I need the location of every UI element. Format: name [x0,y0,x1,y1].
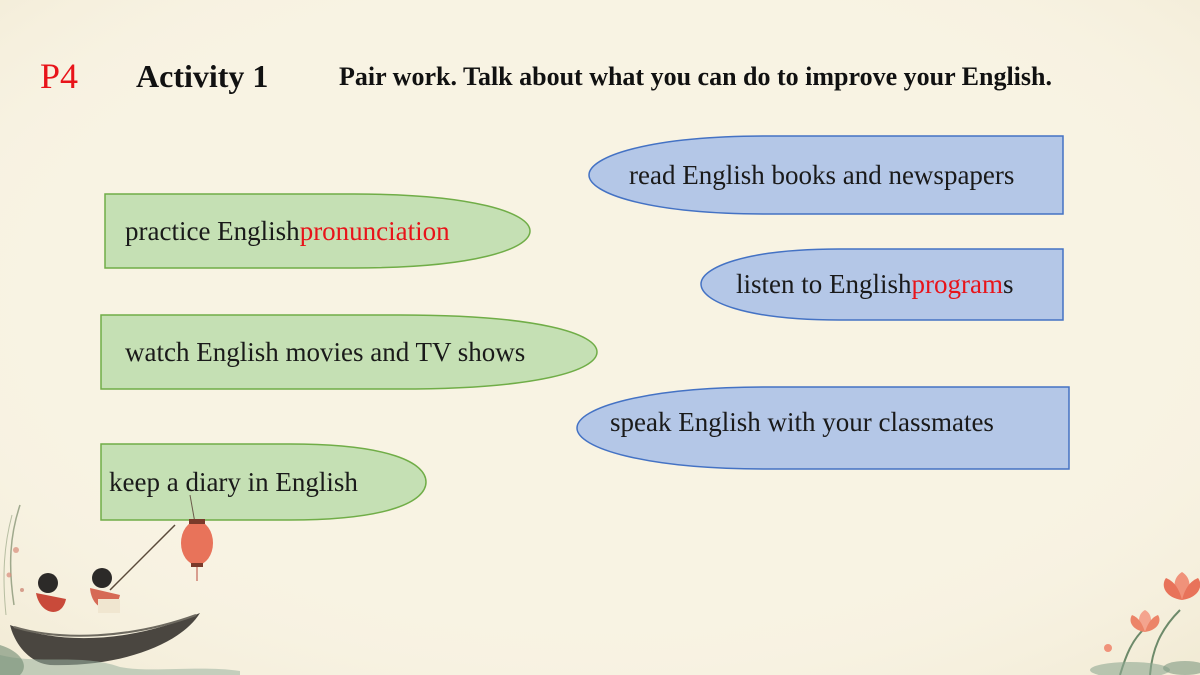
activity-title: Activity 1 [136,58,269,94]
bubble-label: practice English pronunciation [125,193,450,269]
blue-bubble-read-books: read English books and newspapers [587,135,1064,215]
slide: P4 Activity 1 Pair work. Talk about what… [0,0,1200,675]
lotus-illustration [1090,572,1200,675]
bubble-label: watch English movies and TV shows [125,336,526,367]
green-bubble-keep-diary: keep a diary in English [100,443,430,521]
instruction-text: Pair work. Talk about what you can do to… [339,62,1052,91]
bubble-label: listen to English program s [736,248,1013,321]
blue-bubble-speak-classmates: speak English with your classmates [575,386,1071,470]
label-text: listen to English [736,269,912,299]
blue-bubble-listen-programs: listen to English program s [699,248,1064,321]
boat-illustration [0,495,240,675]
label-suffix: s [1002,269,1014,299]
highlighted-word: pronunciation [299,215,450,246]
bubble-label: read English books and newspapers [629,159,1015,190]
green-bubble-practice-pronunciation: practice English pronunciation [104,193,532,269]
bubble-label: speak English with your classmates [610,406,994,437]
page-label: P4 [40,56,79,96]
bubble-label: keep a diary in English [109,466,358,497]
label-text: practice English [125,215,300,246]
green-bubble-watch-movies: watch English movies and TV shows [100,314,600,390]
highlighted-word: program [911,269,1003,299]
